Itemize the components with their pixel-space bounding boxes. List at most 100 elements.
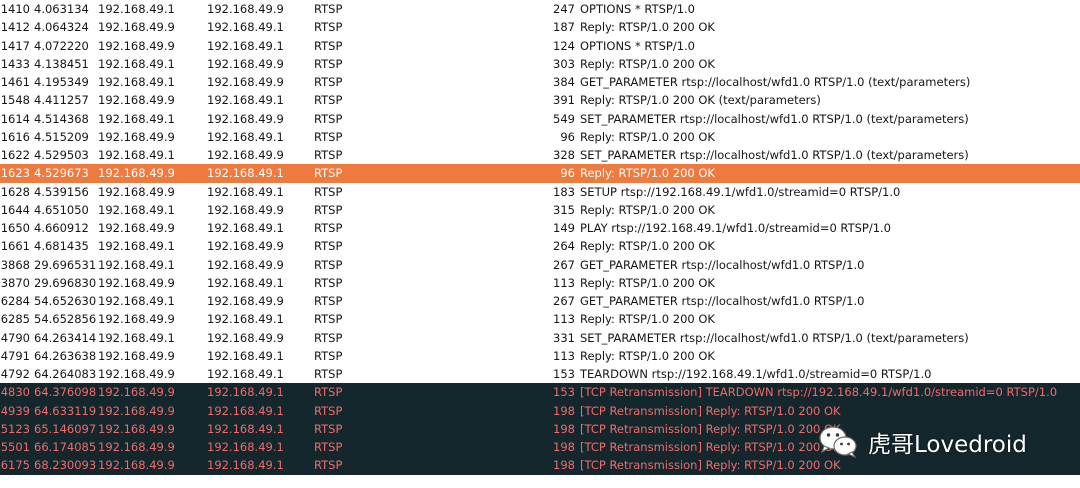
packet-length: 96	[560, 129, 575, 144]
packet-number: 1616	[0, 129, 30, 144]
packet-destination: 192.168.49.1	[207, 367, 284, 381]
packet-length: 267	[553, 257, 575, 272]
packet-info: TEARDOWN rtsp://192.168.49.1/wfd1.0/stre…	[580, 367, 932, 381]
packet-destination: 192.168.49.1	[207, 93, 284, 108]
packet-row[interactable]: 54791 64.263638192.168.49.9 192.168.49.1 RT…	[0, 346, 1080, 365]
packet-source: 192.168.49.1	[98, 148, 175, 162]
packet-number: 23870	[0, 275, 30, 290]
packet-row[interactable]: 1622 4.529503 192.168.49.1 192.168.49.9 RTSP…	[0, 146, 1080, 165]
packet-info: SET_PARAMETER rtsp://localhost/wfd1.0 RT…	[580, 148, 969, 162]
packet-time: 54.652630	[34, 294, 97, 308]
packet-destination: 192.168.49.1	[207, 403, 284, 418]
packet-protocol: RTSP	[314, 421, 343, 436]
packet-time: 64.264083	[34, 367, 97, 381]
packet-length: 198	[553, 458, 575, 473]
packet-length: 264	[553, 239, 575, 254]
packet-info: SET_PARAMETER rtsp://localhost/wfd1.0 RT…	[580, 111, 969, 126]
packet-source: 192.168.49.1	[98, 2, 175, 16]
packet-protocol: RTSP	[314, 458, 343, 473]
packet-source: 192.168.49.9	[98, 385, 175, 400]
packet-row[interactable]: 1433 4.138451 192.168.49.1 192.168.49.9 RTSP…	[0, 54, 1080, 73]
packet-source: 192.168.49.9	[98, 221, 175, 235]
packet-info: Reply: RTSP/1.0 200 OK	[580, 56, 715, 71]
packet-row[interactable]: 1614 4.514368 192.168.49.1 192.168.49.9 RTSP…	[0, 109, 1080, 128]
packet-number: 1644	[0, 202, 30, 217]
packet-time: 64.263414	[34, 330, 97, 345]
packet-length: 198	[553, 421, 575, 436]
packet-source: 192.168.49.1	[98, 75, 175, 89]
packet-row[interactable]: 55123 65.146097192.168.49.9 192.168.49.1 RT…	[0, 419, 1080, 438]
packet-number: 1433	[0, 56, 30, 71]
packet-time: 29.696531	[34, 257, 97, 272]
packet-info: Reply: RTSP/1.0 200 OK	[580, 129, 715, 144]
packet-destination: 192.168.49.1	[207, 312, 284, 327]
packet-source: 192.168.49.1	[98, 330, 175, 345]
packet-info: Reply: RTSP/1.0 200 OK	[580, 202, 715, 217]
packet-time: 68.230093	[34, 458, 97, 473]
packet-row[interactable]: 23870 29.696830192.168.49.9 192.168.49.1 RT…	[0, 273, 1080, 292]
packet-number: 1628	[0, 184, 30, 199]
packet-source: 192.168.49.9	[98, 275, 175, 290]
packet-protocol: RTSP	[314, 56, 343, 71]
packet-info: Reply: RTSP/1.0 200 OK	[580, 312, 715, 327]
packet-row[interactable]: 54830 64.376098192.168.49.9 192.168.49.1 RT…	[0, 383, 1080, 402]
packet-source: 192.168.49.1	[98, 111, 175, 126]
packet-info: Reply: RTSP/1.0 200 OK	[580, 348, 715, 363]
packet-info: Reply: RTSP/1.0 200 OK (text/parameters)	[580, 93, 821, 108]
packet-number: 23868	[0, 257, 30, 272]
packet-info: Reply: RTSP/1.0 200 OK	[580, 166, 715, 181]
packet-source: 192.168.49.1	[98, 257, 175, 272]
packet-row[interactable]: 1410 4.063134 192.168.49.1 192.168.49.9 RTSP…	[0, 0, 1080, 19]
packet-time: 4.138451	[34, 56, 89, 71]
packet-destination: 192.168.49.1	[207, 275, 284, 290]
packet-time: 4.063134	[34, 2, 89, 16]
packet-info: GET_PARAMETER rtsp://localhost/wfd1.0 RT…	[580, 75, 971, 89]
packet-source: 192.168.49.1	[98, 56, 175, 71]
packet-time: 66.174085	[34, 440, 97, 454]
packet-time: 4.195349	[34, 75, 89, 89]
packet-row[interactable]: 1548 4.411257 192.168.49.9 192.168.49.1 RTSP…	[0, 91, 1080, 110]
packet-row[interactable]: 46285 54.652856192.168.49.9 192.168.49.1 RT…	[0, 310, 1080, 329]
packet-row[interactable]: 1616 4.515209 192.168.49.9 192.168.49.1 RTSP…	[0, 127, 1080, 146]
packet-time: 4.529503	[34, 148, 89, 162]
packet-length: 149	[553, 221, 575, 235]
packet-row[interactable]: 56175 68.230093192.168.49.9 192.168.49.1 RT…	[0, 456, 1080, 475]
packet-protocol: RTSP	[314, 275, 343, 290]
packet-source: 192.168.49.9	[98, 312, 175, 327]
packet-row[interactable]: 1661 4.681435 192.168.49.1 192.168.49.9 RTSP…	[0, 237, 1080, 256]
packet-row[interactable]: 1417 4.072220 192.168.49.9 192.168.49.1 RTSP…	[0, 36, 1080, 55]
packet-number: 54939	[0, 403, 30, 418]
packet-row[interactable]: 1412 4.064324 192.168.49.9 192.168.49.1 RTSP…	[0, 18, 1080, 37]
packet-length: 124	[553, 38, 575, 53]
packet-time: 4.064324	[34, 20, 89, 35]
packet-number: 1412	[0, 20, 30, 35]
packet-length: 303	[553, 56, 575, 71]
packet-number: 54790	[0, 330, 30, 345]
packet-length: 183	[553, 184, 575, 199]
packet-length: 153	[553, 367, 575, 381]
packet-info: OPTIONS * RTSP/1.0	[580, 38, 695, 53]
packet-row-selected[interactable]: 1623 4.529673 192.168.49.9 192.168.49.1 RTSP…	[0, 164, 1080, 183]
packet-row[interactable]: 46284 54.652630192.168.49.1 192.168.49.9 RT…	[0, 292, 1080, 311]
packet-destination: 192.168.49.1	[207, 385, 284, 400]
packet-destination: 192.168.49.9	[207, 111, 284, 126]
packet-row[interactable]: 1650 4.660912 192.168.49.9 192.168.49.1 RTSP…	[0, 219, 1080, 238]
packet-source: 192.168.49.1	[98, 239, 175, 254]
packet-row[interactable]: 1461 4.195349 192.168.49.1 192.168.49.9 RTSP…	[0, 73, 1080, 92]
packet-protocol: RTSP	[314, 239, 343, 254]
packet-protocol: RTSP	[314, 93, 343, 108]
packet-row[interactable]: 23868 29.696531192.168.49.1 192.168.49.9 RT…	[0, 255, 1080, 274]
packet-row[interactable]: 1644 4.651050 192.168.49.1 192.168.49.9 RTSP…	[0, 200, 1080, 219]
packet-number: 56175	[0, 458, 30, 473]
packet-number: 55501	[0, 440, 30, 454]
packet-row[interactable]: 54790 64.263414192.168.49.1 192.168.49.9 RT…	[0, 328, 1080, 347]
packet-destination: 192.168.49.1	[207, 20, 284, 35]
packet-row[interactable]: 1628 4.539156 192.168.49.9 192.168.49.1 RTSP…	[0, 182, 1080, 201]
packet-source: 192.168.49.1	[98, 202, 175, 217]
packet-row[interactable]: 54792 64.264083192.168.49.9 192.168.49.1 RT…	[0, 365, 1080, 384]
packet-info: [TCP Retransmission] Reply: RTSP/1.0 200…	[580, 458, 841, 473]
packet-source: 192.168.49.9	[98, 38, 175, 53]
packet-row[interactable]: 54939 64.633119192.168.49.9 192.168.49.1 RT…	[0, 401, 1080, 420]
packet-info: PLAY rtsp://192.168.49.1/wfd1.0/streamid…	[580, 221, 891, 235]
packet-row[interactable]: 55501 66.174085192.168.49.9 192.168.49.1 RT…	[0, 438, 1080, 457]
